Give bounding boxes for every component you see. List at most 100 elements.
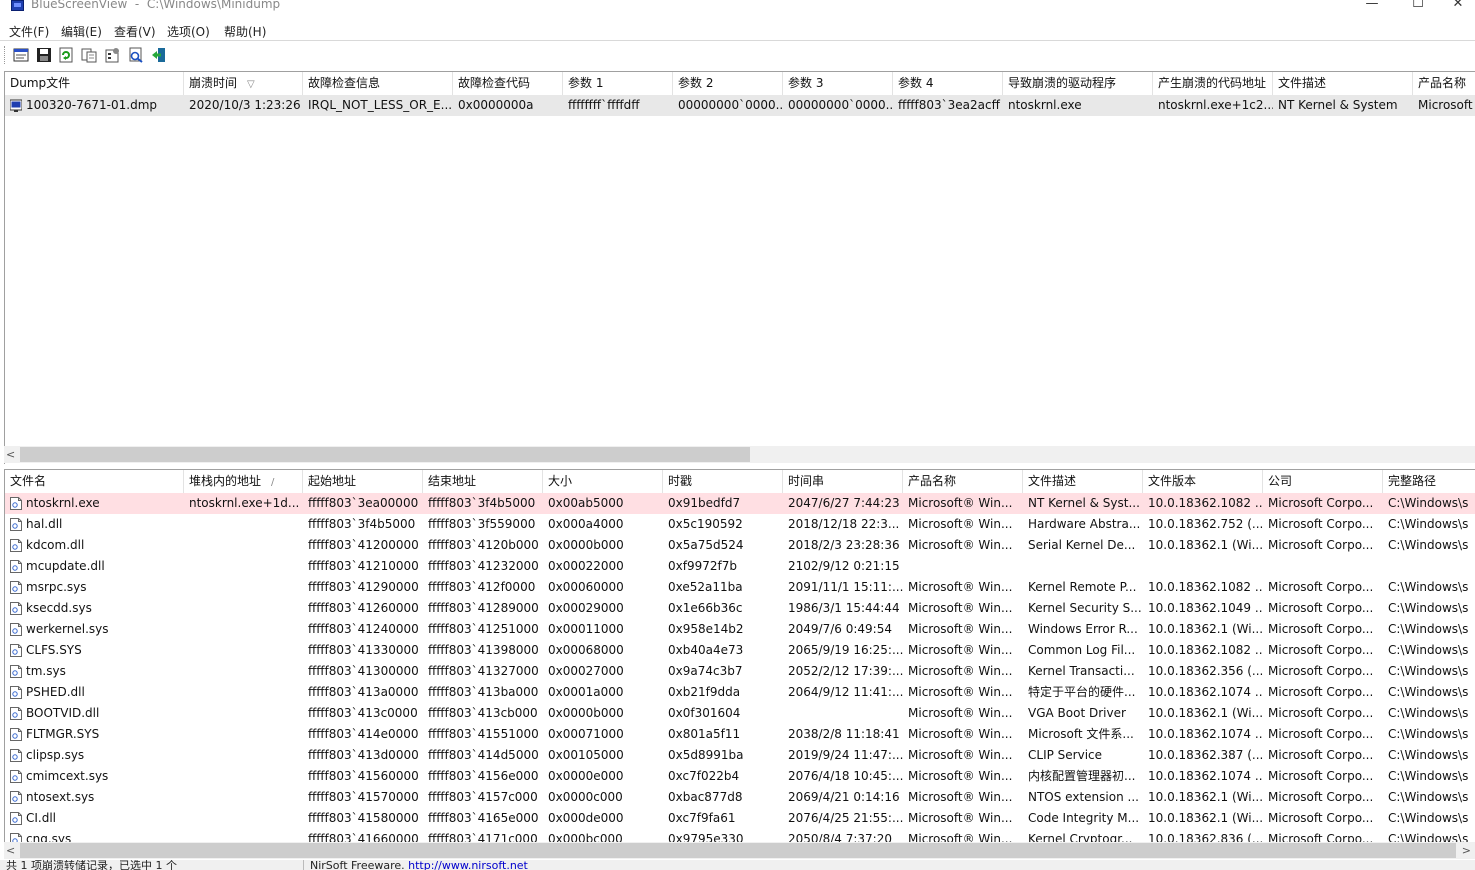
- cell-time-string: [783, 703, 903, 724]
- cell-product-name: Microsoft® Win...: [908, 580, 1013, 594]
- module-row[interactable]: PSHED.dll fffff803`413a0000 fffff803`413ba…: [5, 682, 1475, 703]
- cell-to-address: fffff803`412f0000: [428, 580, 536, 594]
- dump-list-pane: Dump文件 崩溃时间 ▽ 故障检查信息 故障检查代码 参数 1 参数 2 参数 …: [4, 71, 1475, 464]
- column-header-filename[interactable]: 文件名: [5, 470, 184, 493]
- module-row[interactable]: clipsp.sys fffff803`413d0000 fffff803`414d…: [5, 745, 1475, 766]
- module-row[interactable]: kdcom.dll fffff803`41200000 fffff803`4120b…: [5, 535, 1475, 556]
- column-header-address-in-stack[interactable]: 堆栈内的地址 /: [184, 470, 303, 493]
- cell-address-in-stack: [184, 535, 303, 556]
- cell-timestamp: 0xb40a4e73: [668, 643, 744, 657]
- column-header-product-name[interactable]: 产品名称: [1413, 72, 1475, 95]
- module-list-header: 文件名 堆栈内的地址 / 起始地址 结束地址 大小 时戳 时间串 产品名称 文件描…: [5, 470, 1475, 493]
- cell-from-address: fffff803`413c0000: [308, 706, 418, 720]
- cell-address-in-stack: [184, 703, 303, 724]
- dump-list-hscrollbar[interactable]: <: [4, 446, 1475, 463]
- module-row[interactable]: msrpc.sys fffff803`41290000 fffff803`412f0…: [5, 577, 1475, 598]
- module-row[interactable]: BOOTVID.dll fffff803`413c0000 fffff803`413…: [5, 703, 1475, 724]
- column-header-bug-check-string[interactable]: 故障检查信息: [303, 72, 453, 95]
- menu-view[interactable]: 查看(V): [114, 23, 156, 40]
- close-button[interactable]: ✕: [1441, 0, 1475, 16]
- cell-file-description: VGA Boot Driver: [1028, 706, 1126, 720]
- column-header-company[interactable]: 公司: [1263, 470, 1383, 493]
- cell-product-name: Microsoft® Win...: [908, 601, 1013, 615]
- nirsoft-link[interactable]: http://www.nirsoft.net: [408, 860, 528, 870]
- scroll-thumb[interactable]: [20, 843, 1456, 858]
- module-row[interactable]: werkernel.sys fffff803`41240000 fffff803`4…: [5, 619, 1475, 640]
- menu-file[interactable]: 文件(F): [9, 23, 49, 40]
- cell-timestamp: 0xb21f9dda: [668, 685, 741, 699]
- module-row[interactable]: ntosext.sys fffff803`41570000 fffff803`415…: [5, 787, 1475, 808]
- cell-from-address: fffff803`41200000: [308, 538, 419, 552]
- column-header-label: 堆栈内的地址: [189, 474, 262, 488]
- save-icon[interactable]: [35, 46, 53, 64]
- module-row[interactable]: CI.dll fffff803`41580000 fffff803`4165e000…: [5, 808, 1475, 829]
- cell-from-address: fffff803`41210000: [308, 559, 419, 573]
- column-header-timestamp[interactable]: 时戳: [663, 470, 783, 493]
- column-header-bug-check-code[interactable]: 故障检查代码: [453, 72, 563, 95]
- column-header-param4[interactable]: 参数 4: [893, 72, 1003, 95]
- module-row[interactable]: cmimcext.sys fffff803`41560000 fffff803`41…: [5, 766, 1475, 787]
- cell-size: 0x0000b000: [548, 706, 624, 720]
- column-header-caused-by-driver[interactable]: 导致崩溃的驱动程序: [1003, 72, 1153, 95]
- cell-filename: werkernel.sys: [26, 622, 109, 636]
- cell-time-string: 2038/2/8 11:18:41: [788, 727, 900, 741]
- column-header-param1[interactable]: 参数 1: [563, 72, 673, 95]
- cell-size: 0x00060000: [548, 580, 624, 594]
- cell-company: Microsoft Corpo...: [1268, 790, 1374, 804]
- column-header-time-string[interactable]: 时间串: [783, 470, 903, 493]
- menu-help[interactable]: 帮助(H): [224, 23, 266, 40]
- status-bar: 共 1 项崩溃转储记录，已选中 1 个 NirSoft Freeware. ht…: [0, 860, 1475, 870]
- sort-ascending-icon: /: [271, 477, 275, 488]
- menu-options[interactable]: 选项(O): [167, 23, 210, 40]
- cell-timestamp: 0x5a75d524: [668, 538, 744, 552]
- scroll-right-icon[interactable]: >: [1462, 842, 1471, 859]
- column-header-param2[interactable]: 参数 2: [673, 72, 783, 95]
- column-header-crash-time[interactable]: 崩溃时间 ▽: [184, 72, 303, 95]
- module-list-hscrollbar[interactable]: < >: [4, 842, 1475, 859]
- module-row[interactable]: ksecdd.sys fffff803`41260000 fffff803`4128…: [5, 598, 1475, 619]
- html-report-icon[interactable]: [12, 46, 30, 64]
- cell-from-address: fffff803`3ea00000: [308, 496, 419, 510]
- module-row[interactable]: ntoskrnl.exe ntoskrnl.exe+1d... fffff803`3…: [5, 493, 1475, 514]
- column-header-to-address[interactable]: 结束地址: [423, 470, 543, 493]
- column-header-param3[interactable]: 参数 3: [783, 72, 893, 95]
- cell-full-path: C:\Windows\s: [1388, 727, 1469, 741]
- cell-address-in-stack: [184, 640, 303, 661]
- find-icon[interactable]: [127, 46, 145, 64]
- cell-timestamp: 0x0f301604: [668, 706, 741, 720]
- column-header-file-description[interactable]: 文件描述: [1023, 470, 1143, 493]
- cell-full-path: C:\Windows\s: [1388, 748, 1469, 762]
- cell-size: 0x00022000: [548, 559, 624, 573]
- module-row[interactable]: tm.sys fffff803`41300000 fffff803`41327000…: [5, 661, 1475, 682]
- module-row[interactable]: CLFS.SYS fffff803`41330000 fffff803`413980…: [5, 640, 1475, 661]
- module-row[interactable]: mcupdate.dll fffff803`41210000 fffff803`41…: [5, 556, 1475, 577]
- column-header-product-name[interactable]: 产品名称: [903, 470, 1023, 493]
- module-row[interactable]: hal.dll fffff803`3f4b5000 fffff803`3f55900…: [5, 514, 1475, 535]
- column-header-file-version[interactable]: 文件版本: [1143, 470, 1263, 493]
- refresh-icon[interactable]: [57, 46, 75, 64]
- column-header-caused-by-address[interactable]: 产生崩溃的代码地址: [1153, 72, 1273, 95]
- cell-from-address: fffff803`41260000: [308, 601, 419, 615]
- scroll-left-icon[interactable]: <: [6, 446, 15, 463]
- column-header-dump-file[interactable]: Dump文件: [5, 72, 184, 95]
- scroll-left-icon[interactable]: <: [6, 842, 15, 859]
- dump-row[interactable]: 100320-7671-01.dmp 2020/10/3 1:23:26 IRQ…: [5, 95, 1475, 116]
- cell-file-version: 10.0.18362.1 (Wi...: [1148, 811, 1263, 825]
- properties-icon[interactable]: [103, 46, 121, 64]
- menu-edit[interactable]: 编辑(E): [61, 23, 102, 40]
- exit-icon[interactable]: [150, 46, 168, 64]
- cell-product-name: [903, 556, 1023, 577]
- cell-product-name: Microsoft® Win...: [908, 727, 1013, 741]
- module-row[interactable]: FLTMGR.SYS fffff803`414e0000 fffff803`4155…: [5, 724, 1475, 745]
- column-header-file-description[interactable]: 文件描述: [1273, 72, 1413, 95]
- cell-timestamp: 0xf9972f7b: [668, 559, 737, 573]
- copy-icon[interactable]: [80, 46, 98, 64]
- column-header-size[interactable]: 大小: [543, 470, 663, 493]
- column-header-from-address[interactable]: 起始地址: [303, 470, 423, 493]
- minimize-button[interactable]: —: [1349, 0, 1395, 16]
- cell-from-address: fffff803`41560000: [308, 769, 419, 783]
- maximize-button[interactable]: ☐: [1395, 0, 1441, 16]
- cell-file-version: 10.0.18362.1049 ...: [1148, 601, 1263, 615]
- scroll-thumb[interactable]: [20, 447, 750, 462]
- column-header-full-path[interactable]: 完整路径: [1383, 470, 1475, 493]
